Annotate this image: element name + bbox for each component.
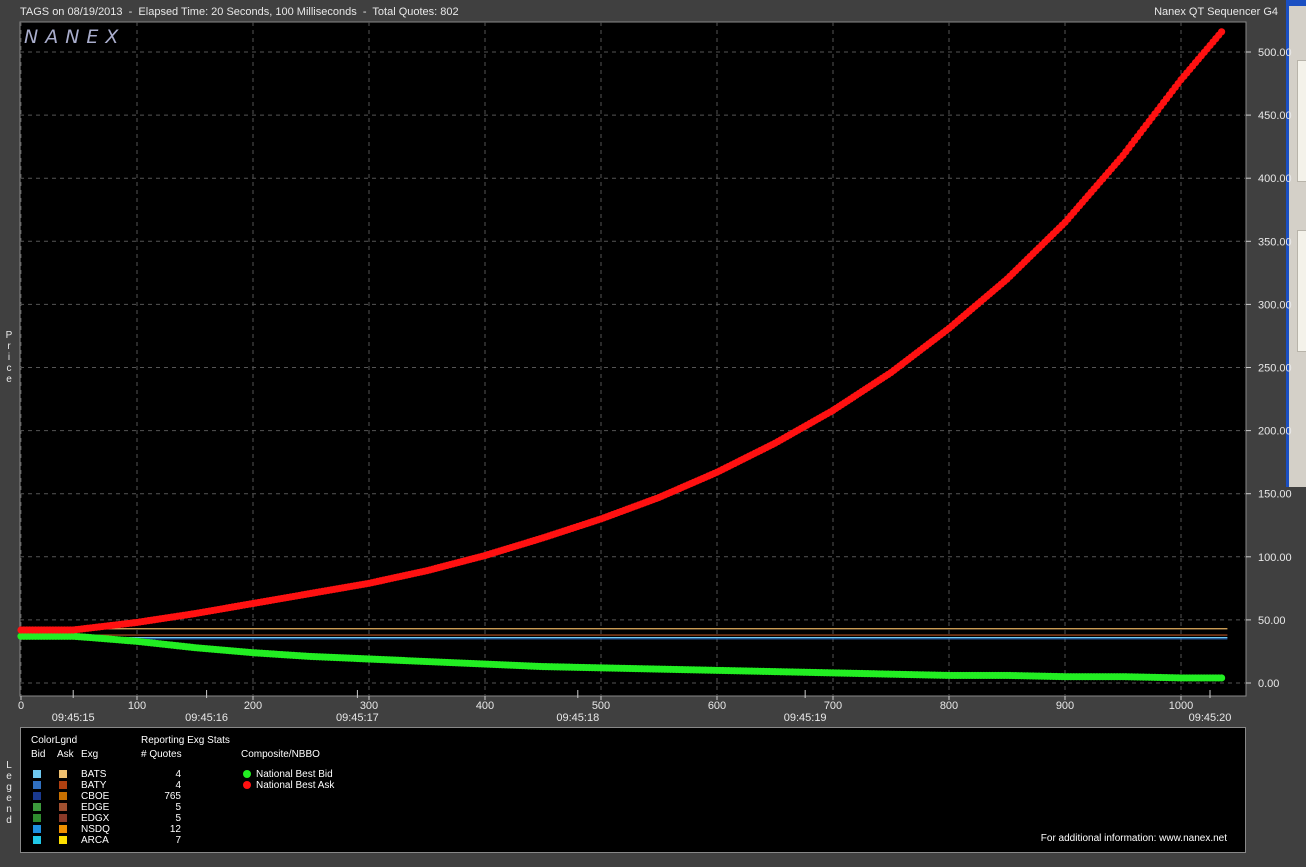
x-tick-label: 300 bbox=[360, 700, 378, 712]
composite-label: National Best Bid bbox=[256, 769, 333, 780]
quotes-column-header: # Quotes bbox=[141, 749, 182, 760]
bid-color-swatch bbox=[33, 803, 41, 811]
bid-color-swatch bbox=[33, 836, 41, 844]
plot-area bbox=[19, 21, 1247, 697]
ask-color-swatch bbox=[59, 803, 67, 811]
y-tick-label: 0.00 bbox=[1258, 678, 1279, 690]
exchange-quote-count: 5 bbox=[175, 813, 181, 824]
x-tick-label: 800 bbox=[940, 700, 958, 712]
composite-label: National Best Ask bbox=[256, 780, 335, 791]
legend-panel: ColorLgnd Bid Ask Exg Reporting Exg Stat… bbox=[20, 727, 1246, 853]
y-tick-label: 200.00 bbox=[1258, 426, 1292, 438]
x-tick-label: 1000 bbox=[1169, 700, 1193, 712]
x-tick-label: 500 bbox=[592, 700, 610, 712]
exchange-name: NSDQ bbox=[81, 824, 110, 835]
exchange-name: EDGE bbox=[81, 802, 110, 813]
ask-color-swatch bbox=[59, 836, 67, 844]
stats-title: Reporting Exg Stats bbox=[141, 735, 230, 746]
y-tick-label: 400.00 bbox=[1258, 173, 1292, 185]
data-point bbox=[1218, 28, 1226, 36]
nanex-logo: NANEX bbox=[24, 26, 126, 48]
bid-color-swatch bbox=[33, 770, 41, 778]
time-tick-label: 09:45:20 bbox=[1189, 712, 1232, 724]
exchange-quote-count: 765 bbox=[164, 791, 181, 802]
composite-marker bbox=[243, 770, 251, 778]
bid-column-header: Bid bbox=[31, 749, 46, 760]
ask-color-swatch bbox=[59, 814, 67, 822]
bid-color-swatch bbox=[33, 825, 41, 833]
color-legend-title: ColorLgnd bbox=[31, 735, 78, 746]
price-chart: 0.00 50.00 100.00 150.00 200.00 250.00 300.00 3… bbox=[17, 21, 1292, 724]
exchange-name: EDGX bbox=[81, 813, 110, 824]
exchange-name: CBOE bbox=[81, 791, 110, 802]
y-tick-label: 150.00 bbox=[1258, 489, 1292, 501]
x-tick-label: 400 bbox=[476, 700, 494, 712]
x-tick-label: 900 bbox=[1056, 700, 1074, 712]
bid-color-swatch bbox=[33, 792, 41, 800]
footer-link[interactable]: For additional information: www.nanex.ne… bbox=[1041, 833, 1227, 844]
x-tick-label: 0 bbox=[18, 700, 24, 712]
x-tick-label: 200 bbox=[244, 700, 262, 712]
ask-column-header: Ask bbox=[57, 749, 74, 760]
exchange-name: BATS bbox=[81, 769, 107, 780]
y-tick-label: 450.00 bbox=[1258, 110, 1292, 122]
time-tick-label: 09:45:19 bbox=[784, 712, 827, 724]
x-tick-label: 600 bbox=[708, 700, 726, 712]
ask-color-swatch bbox=[59, 781, 67, 789]
exchange-quote-count: 5 bbox=[175, 802, 181, 813]
exchange-name: BATY bbox=[81, 780, 107, 791]
exchange-quote-count: 4 bbox=[175, 769, 181, 780]
y-tick-label: 100.00 bbox=[1258, 552, 1292, 564]
exchange-quote-count: 12 bbox=[169, 824, 181, 835]
exchange-name: ARCA bbox=[81, 835, 109, 846]
y-axis-label: Price bbox=[5, 330, 13, 385]
y-tick-label: 300.00 bbox=[1258, 299, 1292, 311]
data-point bbox=[1218, 674, 1226, 682]
ask-color-swatch bbox=[59, 770, 67, 778]
y-tick-label: 50.00 bbox=[1258, 615, 1286, 627]
exchange-quote-count: 7 bbox=[175, 835, 181, 846]
ask-color-swatch bbox=[59, 792, 67, 800]
x-tick-label: 700 bbox=[824, 700, 842, 712]
x-tick-label: 100 bbox=[128, 700, 146, 712]
y-tick-label: 350.00 bbox=[1258, 236, 1292, 248]
y-tick-label: 250.00 bbox=[1258, 363, 1292, 375]
time-tick-label: 09:45:17 bbox=[336, 712, 379, 724]
exchange-column-header: Exg bbox=[81, 749, 99, 760]
bid-color-swatch bbox=[33, 781, 41, 789]
composite-title: Composite/NBBO bbox=[241, 749, 320, 760]
y-tick-label: 500.00 bbox=[1258, 47, 1292, 59]
time-tick-label: 09:45:15 bbox=[52, 712, 95, 724]
composite-marker bbox=[243, 781, 251, 789]
legend-side-label: Legend bbox=[6, 760, 12, 826]
time-tick-label: 09:45:18 bbox=[556, 712, 599, 724]
ask-color-swatch bbox=[59, 825, 67, 833]
exchange-quote-count: 4 bbox=[175, 780, 181, 791]
time-tick-label: 09:45:16 bbox=[185, 712, 228, 724]
bid-color-swatch bbox=[33, 814, 41, 822]
